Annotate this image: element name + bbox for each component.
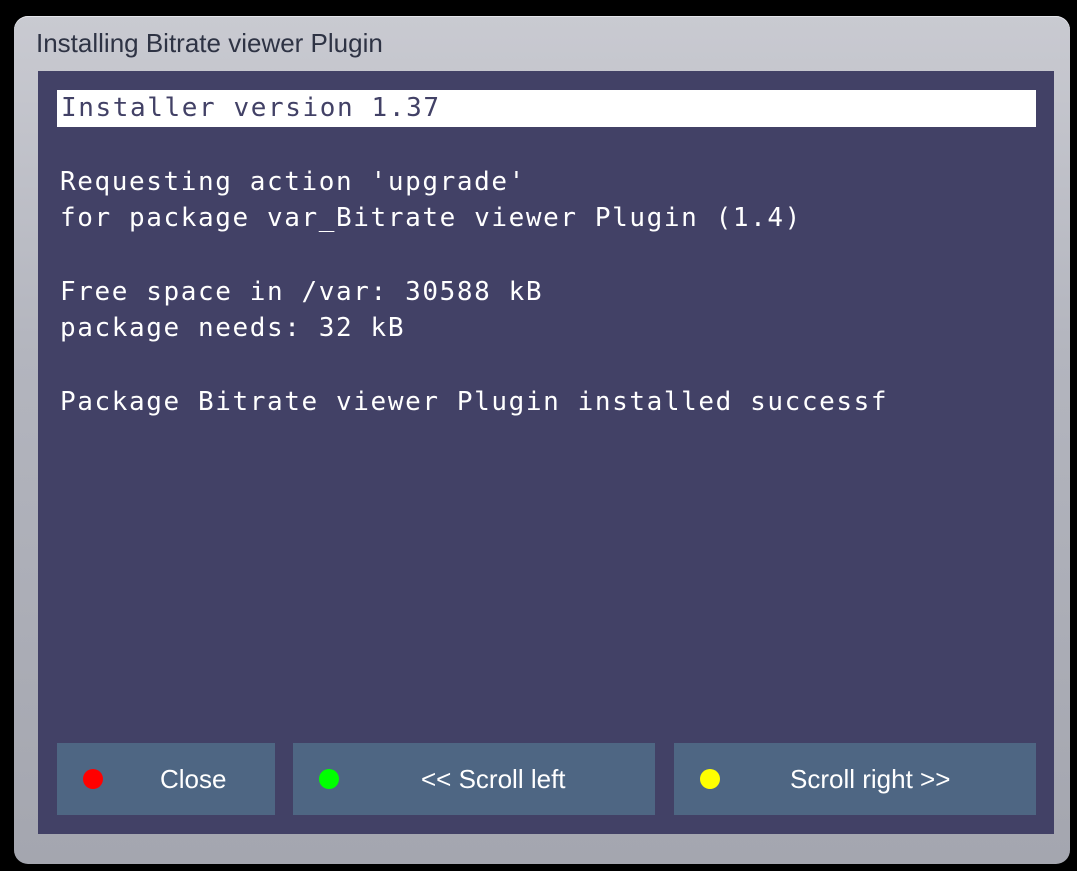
installer-version-text: Installer version 1.37 [61, 93, 441, 123]
green-key-icon [319, 769, 339, 789]
yellow-key-icon [700, 769, 720, 789]
installer-version-bar: Installer version 1.37 [57, 90, 1036, 127]
scroll-left-button[interactable]: << Scroll left [293, 743, 655, 815]
log-line-action: Requesting action 'upgrade' [60, 167, 526, 197]
install-log[interactable]: Requesting action 'upgrade' for package … [60, 164, 1036, 420]
log-line-free-space: Free space in /var: 30588 kB [60, 277, 544, 307]
log-line-package-needs: package needs: 32 kB [60, 313, 406, 343]
red-key-icon [83, 769, 103, 789]
scroll-right-button[interactable]: Scroll right >> [674, 743, 1036, 815]
log-line-result: Package Bitrate viewer Plugin installed … [60, 387, 889, 417]
scroll-left-button-label: << Scroll left [421, 764, 566, 794]
window-title: Installing Bitrate viewer Plugin [36, 28, 383, 58]
scroll-right-button-label: Scroll right >> [790, 764, 951, 794]
log-line-package: for package var_Bitrate viewer Plugin (1… [60, 203, 802, 233]
close-button-label: Close [160, 764, 227, 794]
close-button[interactable]: Close [57, 743, 275, 815]
